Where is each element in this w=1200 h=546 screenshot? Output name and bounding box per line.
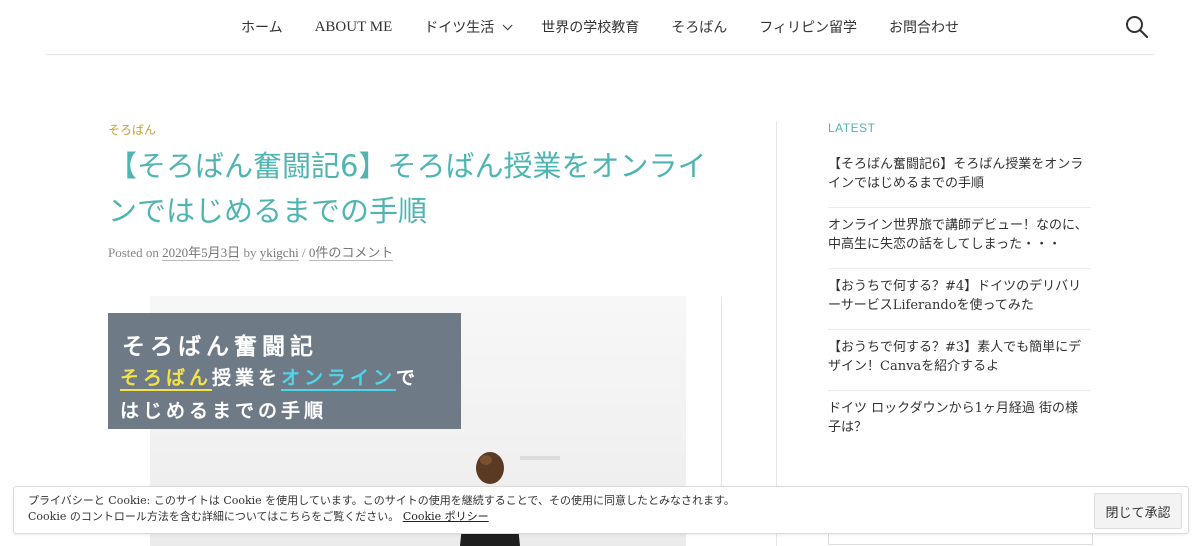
nav-item-contact[interactable]: お問合わせ	[873, 17, 975, 37]
banner-line-1: そろばん奮闘記	[122, 334, 318, 360]
nav-item-world-education[interactable]: 世界の学校教育	[525, 17, 655, 37]
comments-link[interactable]: 0件のコメント	[308, 245, 394, 261]
list-item: 【おうちで何する？#4】ドイツのデリバリーサービスLiferandoを使ってみた	[828, 269, 1091, 330]
banner-text-de: で	[396, 367, 420, 389]
author-link[interactable]: ykigchi	[259, 245, 299, 261]
cookie-banner: プライバシーと Cookie: このサイトは Cookie を使用しています。こ…	[13, 486, 1189, 534]
nav-item-germany-life[interactable]: ドイツ生活	[408, 17, 525, 37]
banner-text-jugyo: 授業を	[212, 367, 282, 389]
list-item: 【そろばん奮闘記6】そろばん授業をオンラインではじめるまでの手順	[828, 147, 1091, 208]
sidebar-divider	[776, 121, 777, 546]
latest-post-link[interactable]: 【そろばん奮闘記6】そろばん授業をオンラインではじめるまでの手順	[828, 157, 1083, 191]
banner-line-3: はじめるまでの手順	[120, 400, 328, 422]
meta-separator: /	[301, 245, 306, 260]
cookie-line-2: Cookie のコントロール方法を含む詳細についてはこちらをご覧ください。 Co…	[28, 509, 735, 525]
post-date-link[interactable]: 2020年5月3日	[162, 245, 241, 261]
cookie-accept-button[interactable]: 閉じて承認	[1094, 493, 1182, 529]
post-title: 【そろばん奮闘記6】そろばん授業をオンラインではじめるまでの手順	[108, 149, 707, 228]
latest-post-link[interactable]: 【おうちで何する？#4】ドイツのデリバリーサービスLiferandoを使ってみた	[828, 279, 1081, 313]
by-label: by	[243, 245, 257, 260]
nav-item-about-me[interactable]: ABOUT ME	[299, 19, 409, 36]
banner-highlight-soroban: そろばん	[120, 367, 213, 391]
banner-highlight-online: オンライン	[281, 367, 397, 391]
content-divider	[721, 297, 722, 497]
latest-posts-list: 【そろばん奮闘記6】そろばん授業をオンラインではじめるまでの手順 オンライン世界…	[828, 147, 1091, 451]
top-navigation: ホーム ABOUT ME ドイツ生活 世界の学校教育 そろばん フィリピン留学 …	[46, 0, 1154, 55]
cookie-line-1: プライバシーと Cookie: このサイトは Cookie を使用しています。こ…	[28, 494, 735, 507]
post-meta: Posted on 2020年5月3日 by ykigchi / 0件のコメント	[108, 242, 394, 261]
list-item: ドイツ ロックダウンから1ヶ月経過 街の様子は？	[828, 391, 1091, 451]
cookie-notice-text: プライバシーと Cookie: このサイトは Cookie を使用しています。こ…	[28, 493, 735, 525]
cookie-policy-link[interactable]: Cookie ポリシー	[403, 510, 489, 523]
search-icon[interactable]	[1124, 14, 1150, 40]
list-item: オンライン世界旅で講師デビュー！なのに、中高生に失恋の話をしてしまった・・・	[828, 208, 1091, 269]
nav-item-philippines[interactable]: フィリピン留学	[743, 17, 873, 37]
nav-item-home[interactable]: ホーム	[225, 17, 299, 37]
latest-post-link[interactable]: 【おうちで何する？#3】素人でも簡単にデザイン！Canvaを紹介するよ	[828, 340, 1081, 374]
featured-image-banner: そろばん奮闘記 そろばん授業をオンラインで はじめるまでの手順	[108, 313, 461, 429]
nav-item-soroban[interactable]: そろばん	[655, 17, 743, 37]
nav-menu: ホーム ABOUT ME ドイツ生活 世界の学校教育 そろばん フィリピン留学 …	[46, 0, 1154, 54]
latest-post-link[interactable]: ドイツ ロックダウンから1ヶ月経過 街の様子は？	[828, 401, 1078, 435]
cookie-line-2-text: Cookie のコントロール方法を含む詳細についてはこちらをご覧ください。	[28, 510, 400, 523]
post-category[interactable]: そろばん	[108, 121, 156, 138]
chevron-down-icon[interactable]	[502, 19, 513, 30]
posted-on-label: Posted on	[108, 245, 159, 260]
list-item: 【おうちで何する？#3】素人でも簡単にデザイン！Canvaを紹介するよ	[828, 330, 1091, 391]
latest-post-link[interactable]: オンライン世界旅で講師デビュー！なのに、中高生に失恋の話をしてしまった・・・	[828, 218, 1088, 252]
sidebar-heading: LATEST	[828, 121, 876, 135]
nav-item-germany-life-label: ドイツ生活	[424, 20, 495, 36]
banner-line-2: そろばん授業をオンラインで	[120, 363, 420, 391]
